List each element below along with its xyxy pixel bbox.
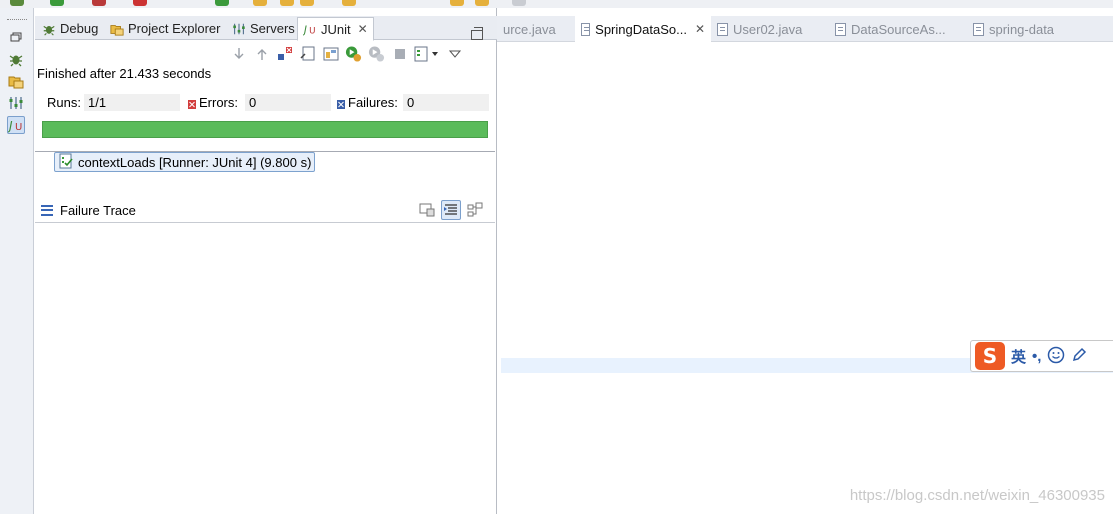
toolbar-folder-icon[interactable]: [280, 0, 294, 6]
emoji-icon[interactable]: [1047, 346, 1065, 367]
toolbar-stop-icon[interactable]: [92, 0, 106, 6]
close-icon[interactable]: ✕: [695, 22, 705, 36]
tab-junit-label: JUnit: [321, 21, 351, 37]
scroll-lock-icon[interactable]: [299, 46, 316, 63]
servers-icon: [232, 22, 246, 36]
failure-trace-toolbar: [417, 200, 485, 220]
project-explorer-view-icon[interactable]: [7, 72, 25, 90]
show-failures-only-icon[interactable]: [276, 46, 293, 63]
tab-project-explorer[interactable]: Project Explorer: [105, 17, 225, 40]
previous-failure-icon[interactable]: [253, 46, 270, 63]
test-counters: Runs: 1/1 Errors: 0 Failures: 0: [47, 94, 491, 112]
xml-file-icon: [973, 22, 984, 36]
pen-icon[interactable]: [1071, 347, 1087, 366]
editor-tab-label: SpringDataSo...: [595, 21, 687, 37]
tab-servers[interactable]: Servers: [227, 17, 300, 40]
editor-tab-label: User02.java: [733, 21, 803, 37]
editor-tab-springdatasource[interactable]: SpringDataSo... ✕: [575, 16, 711, 42]
project-explorer-icon: [110, 22, 124, 36]
minimize-icon[interactable]: [471, 27, 483, 40]
svg-text:J: J: [8, 119, 13, 133]
test-progress-bar: [42, 121, 488, 138]
error-icon: [188, 97, 196, 109]
junit-icon: JU: [303, 22, 317, 36]
toolbar-pencil-icon[interactable]: [342, 0, 356, 6]
ime-language-toggle[interactable]: 英: [1011, 346, 1026, 367]
tab-project-explorer-label: Project Explorer: [128, 21, 221, 36]
run-status-text: Finished after 21.433 seconds: [37, 66, 212, 81]
toolbar-terminate-icon[interactable]: [133, 0, 147, 6]
failure-trace-title: Failure Trace: [60, 202, 136, 218]
errors-label: Errors:: [199, 95, 238, 110]
svg-text:U: U: [309, 26, 315, 36]
editor-tab-bar: urce.java SpringDataSo... ✕ User02.java …: [497, 16, 1113, 42]
servers-view-icon[interactable]: [7, 94, 25, 112]
stop-run-icon[interactable]: [391, 46, 408, 63]
editor-tab-urce-java[interactable]: urce.java: [497, 16, 562, 42]
test-run-history-icon[interactable]: [414, 46, 440, 63]
svg-text:U: U: [15, 122, 22, 133]
failure-icon: [337, 97, 345, 109]
test-item-label: contextLoads [Runner: JUnit 4] (9.800 s): [78, 154, 312, 170]
svg-text:J: J: [303, 24, 307, 36]
editor-tab-user02-java[interactable]: User02.java: [711, 16, 808, 42]
editor-tab-spring-data[interactable]: spring-data: [967, 16, 1060, 42]
editor-tab-label: spring-data: [989, 21, 1055, 37]
junit-toolbar: [230, 45, 463, 63]
toolbar-play-icon[interactable]: [215, 0, 229, 6]
tab-servers-label: Servers: [250, 21, 295, 36]
java-file-icon: [717, 22, 728, 36]
view-tab-bar: Debug Project Explorer Servers JU JUnit …: [35, 16, 497, 41]
compare-result-icon[interactable]: [417, 200, 437, 220]
errors-value: 0: [245, 94, 331, 111]
main-toolbar: [0, 0, 1113, 8]
view-menu-icon[interactable]: [446, 46, 463, 63]
tab-debug-label: Debug: [60, 21, 99, 36]
test-passed-icon: [58, 153, 74, 172]
ime-punctuation-toggle[interactable]: •,: [1032, 348, 1041, 365]
divider: [35, 222, 495, 223]
close-icon[interactable]: ✕: [358, 22, 368, 36]
trim-grip[interactable]: [7, 19, 27, 20]
toolbar-forward-icon[interactable]: [475, 0, 489, 6]
stack-trace-icon: [41, 204, 53, 216]
ime-toolbar: S 英 •,: [970, 340, 1113, 372]
editor-tab-label: DataSourceAs...: [851, 21, 946, 37]
sogou-logo-icon[interactable]: S: [975, 342, 1005, 370]
java-file-icon: [581, 22, 591, 36]
next-failure-icon[interactable]: [230, 46, 247, 63]
tab-debug[interactable]: Debug: [37, 17, 103, 40]
restore-icon[interactable]: [7, 28, 25, 46]
junit-view-icon[interactable]: JU: [7, 116, 25, 134]
rerun-test-icon[interactable]: [345, 46, 362, 63]
failures-value: 0: [403, 94, 489, 111]
rerun-failures-first-icon[interactable]: [368, 46, 385, 63]
runs-label: Runs:: [47, 95, 81, 110]
editor-text-area[interactable]: [501, 42, 1113, 514]
toolbar-nav-icon[interactable]: [512, 0, 526, 6]
toolbar-open-icon[interactable]: [253, 0, 267, 6]
view-trim-stack: JU: [0, 8, 34, 514]
debug-view-icon[interactable]: [7, 50, 25, 68]
toolbar-run-icon[interactable]: [50, 0, 64, 6]
test-tree-item[interactable]: contextLoads [Runner: JUnit 4] (9.800 s): [54, 152, 316, 172]
failures-label: Failures:: [348, 95, 398, 110]
runs-value: 1/1: [84, 94, 180, 111]
show-skipped-icon[interactable]: [322, 46, 339, 63]
filter-stack-trace-icon[interactable]: [441, 200, 461, 220]
watermark: https://blog.csdn.net/weixin_46300935: [849, 487, 1105, 504]
tab-junit[interactable]: JU JUnit ✕: [297, 17, 374, 41]
toolbar-back-icon[interactable]: [450, 0, 464, 6]
toolbar-debug-icon[interactable]: [10, 0, 24, 6]
failure-trace-header: Failure Trace: [41, 200, 491, 220]
debug-icon: [42, 22, 56, 36]
junit-view: Debug Project Explorer Servers JU JUnit …: [35, 8, 497, 514]
editor-tab-datasourceas[interactable]: DataSourceAs...: [829, 16, 952, 42]
copy-trace-icon[interactable]: [465, 200, 485, 220]
editor-tab-label: urce.java: [503, 21, 556, 37]
java-file-icon: [835, 22, 846, 36]
toolbar-wand-icon[interactable]: [300, 0, 314, 6]
